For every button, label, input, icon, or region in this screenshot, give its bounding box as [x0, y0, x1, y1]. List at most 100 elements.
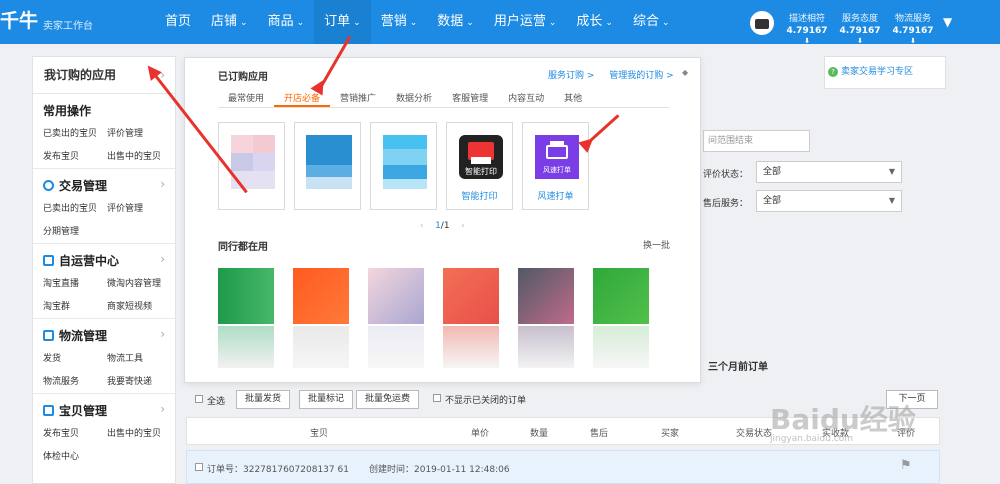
store-avatar[interactable] [750, 11, 774, 35]
pin-icon[interactable]: ◆ [682, 68, 690, 86]
app-logo: 千牛 [0, 10, 39, 32]
blurred-app-icon [443, 268, 499, 324]
link-health-check[interactable]: 体检中心 [43, 449, 107, 462]
link-sold-items[interactable]: 已卖出的宝贝 [43, 126, 107, 139]
link-reviews[interactable]: 评价管理 [107, 126, 171, 139]
col-buyer: 买家 [661, 429, 680, 439]
subscribed-apps-popup: 已订购应用 服务订购 > 管理我的订购 > ◆ 最常使用 开店必备 营销推广 数… [184, 57, 701, 383]
section-items: 宝贝管理 › 发布宝贝 出售中的宝贝 体检中心 [33, 394, 175, 468]
app-card-fast-order[interactable]: 风速打单 风速打单 [522, 122, 589, 210]
hide-closed-label: 不显示已关闭的订单 [445, 396, 527, 406]
col-after-sales: 售后 [590, 429, 609, 439]
link-logistics-service[interactable]: 物流服务 [43, 374, 107, 387]
refresh-peers-link[interactable]: 换一批 [643, 238, 670, 251]
app-card-smart-print[interactable]: 智能打印 智能打印 [446, 122, 513, 210]
section-logistics: 物流管理 › 发货 物流工具 物流服务 我要寄快递 [33, 319, 175, 394]
chevron-right-icon[interactable]: › [160, 327, 165, 341]
link-items-on-sale[interactable]: 出售中的宝贝 [107, 426, 171, 439]
next-page-icon[interactable]: › [461, 221, 465, 231]
manage-orders-link[interactable]: 管理我的订购 > [609, 71, 673, 81]
service-order-link[interactable]: 服务订购 > [548, 71, 594, 81]
order-checkbox[interactable] [195, 463, 203, 471]
blurred-app-icon [383, 135, 427, 189]
peer-app[interactable] [593, 268, 649, 369]
link-installments[interactable]: 分期管理 [43, 224, 107, 237]
tab-customer-service[interactable]: 客服管理 [442, 91, 498, 107]
peer-app[interactable] [218, 268, 274, 369]
col-price: 单价 [471, 429, 490, 439]
tab-other[interactable]: 其他 [554, 91, 592, 107]
after-sales-select[interactable]: 全部 ▼ [756, 190, 902, 212]
section-common: 常用操作 已卖出的宝贝 评价管理 发布宝贝 出售中的宝贝 [33, 94, 175, 169]
tab-analytics[interactable]: 数据分析 [386, 91, 442, 107]
batch-free-shipping-button[interactable]: 批量免运费 [356, 390, 420, 409]
link-short-video[interactable]: 商家短视频 [107, 299, 171, 312]
peer-app[interactable] [518, 268, 574, 369]
batch-mark-button[interactable]: 批量标记 [299, 390, 354, 409]
link-sold-items[interactable]: 已卖出的宝贝 [43, 201, 107, 214]
blurred-app-icon [368, 268, 424, 324]
app-subtitle: 卖家工作台 [43, 21, 93, 32]
link-publish-item[interactable]: 发布宝贝 [43, 426, 107, 439]
printer-icon [755, 19, 769, 29]
tab-three-months-ago[interactable]: 三个月前订单 [708, 358, 768, 373]
blurred-app-icon [518, 268, 574, 324]
app-card[interactable] [294, 122, 361, 210]
nav-store[interactable]: 店铺 ⌄ [201, 0, 258, 44]
peer-app[interactable] [368, 268, 424, 369]
prev-page-icon[interactable]: ‹ [420, 221, 424, 231]
chevron-right-icon[interactable]: › [160, 177, 165, 191]
hide-closed-checkbox[interactable] [433, 394, 441, 402]
app-card[interactable] [370, 122, 437, 210]
chevron-down-icon: ⌄ [605, 18, 613, 28]
link-reviews[interactable]: 评价管理 [107, 201, 171, 214]
peer-apps-title: 同行都在用 [218, 242, 268, 253]
seller-learning-link[interactable]: ? 卖家交易学习专区 [824, 56, 946, 89]
caret-down-icon: ▼ [888, 196, 895, 205]
link-items-on-sale[interactable]: 出售中的宝贝 [107, 149, 171, 162]
review-status-select[interactable]: 全部 ▼ [756, 161, 902, 183]
link-publish-item[interactable]: 发布宝贝 [43, 149, 107, 162]
question-icon: ? [828, 67, 838, 77]
chevron-right-icon[interactable]: › [160, 402, 165, 416]
nav-general[interactable]: 综合 ⌄ [623, 0, 680, 44]
nav-growth[interactable]: 成长 ⌄ [566, 0, 623, 44]
tab-most-used[interactable]: 最常使用 [218, 91, 274, 107]
top-nav-bar: 千牛 卖家工作台 首页 店铺 ⌄ 商品 ⌄ 订单 ⌄ 营销 ⌄ 数据 ⌄ 用户运营 ⌄ 成长… [0, 0, 1000, 45]
peer-app[interactable] [443, 268, 499, 369]
link-ship[interactable]: 发货 [43, 351, 107, 364]
peer-app[interactable] [293, 268, 349, 369]
app-name: 智能打印 [461, 192, 498, 202]
app-cards: 智能打印 智能打印 风速打单 风速打单 [218, 122, 589, 210]
nav-marketing[interactable]: 营销 ⌄ [371, 0, 428, 44]
link-content[interactable]: 微淘内容管理 [107, 276, 171, 289]
order-row[interactable]: 订单号：3227817607208137 61 创建时间：2019-01-11 … [186, 450, 940, 484]
flag-icon[interactable]: ⚑ [900, 458, 912, 473]
section-title: 常用操作 [43, 104, 92, 118]
chevron-right-icon[interactable]: › [160, 252, 165, 266]
link-live[interactable]: 淘宝直播 [43, 276, 107, 289]
select-all-checkbox[interactable] [195, 395, 203, 403]
tab-promotion[interactable]: 营销推广 [330, 91, 386, 107]
nav-products[interactable]: 商品 ⌄ [258, 0, 315, 44]
caret-down-icon: ▼ [888, 167, 895, 176]
date-range-end-input[interactable]: 间范围结束 [703, 130, 810, 152]
link-logistics-tools[interactable]: 物流工具 [107, 351, 171, 364]
link-send-express[interactable]: 我要寄快递 [107, 374, 171, 387]
fast-print-icon: 风速打单 [535, 135, 579, 179]
blurred-app-icon [593, 268, 649, 324]
section-trade: 交易管理 › 已卖出的宝贝 评价管理 分期管理 [33, 169, 175, 244]
chevron-down-icon: ⌄ [466, 18, 474, 28]
tab-content[interactable]: 内容互动 [498, 91, 554, 107]
nav-home[interactable]: 首页 [155, 0, 201, 44]
link-group[interactable]: 淘宝群 [43, 299, 107, 312]
caret-down-icon[interactable]: ▼ [943, 15, 952, 29]
chevron-down-icon: ⌄ [409, 18, 418, 28]
select-all-label: 全选 [207, 397, 226, 407]
nav-data[interactable]: 数据 ⌄ [427, 0, 484, 44]
nav-user-ops[interactable]: 用户运营 ⌄ [484, 0, 567, 44]
batch-ship-button[interactable]: 批量发货 [236, 390, 291, 409]
nav-orders[interactable]: 订单 ⌄ [314, 0, 371, 44]
chevron-down-icon: ⌄ [661, 18, 670, 28]
apps-pagination: ‹ 1/1 › [420, 221, 465, 231]
